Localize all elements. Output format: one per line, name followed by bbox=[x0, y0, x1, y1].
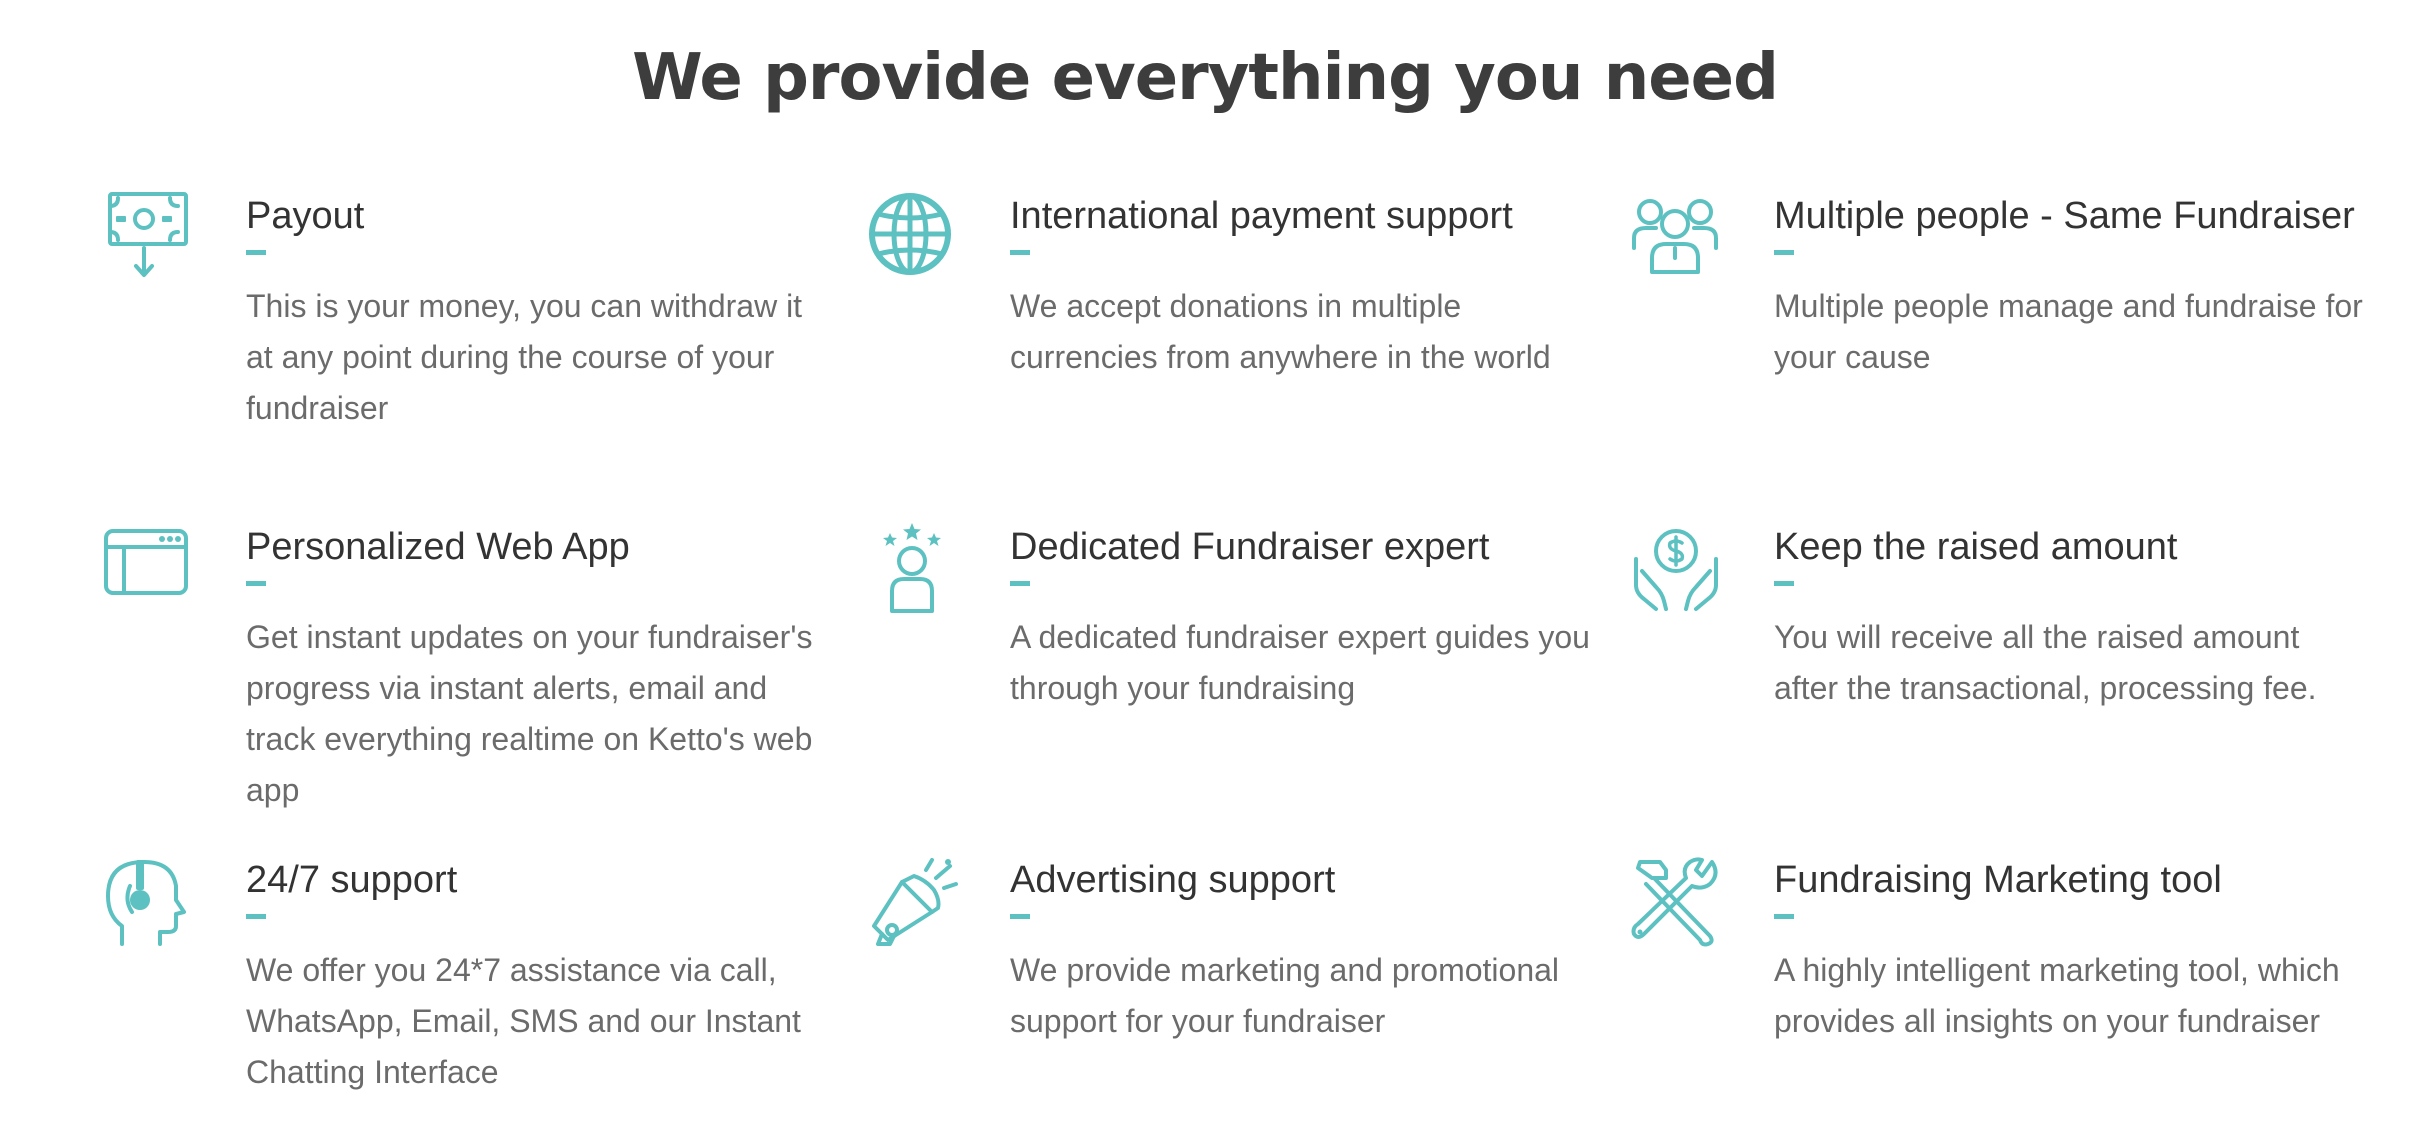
feature-description: We offer you 24*7 assistance via call, W… bbox=[246, 952, 801, 1090]
feature-title: Personalized Web App bbox=[246, 526, 630, 568]
accent-bar bbox=[246, 914, 266, 919]
feature-description: This is your money, you can withdraw it … bbox=[246, 288, 803, 426]
feature-description: You will receive all the raised amount a… bbox=[1774, 619, 2317, 706]
accent-bar bbox=[1010, 581, 1030, 586]
money-withdraw-icon bbox=[102, 192, 194, 284]
feature-title: Multiple people - Same Fundraiser bbox=[1774, 195, 2355, 237]
feature-title: Advertising support bbox=[1010, 859, 1336, 901]
accent-bar bbox=[246, 581, 266, 586]
headset-support-icon bbox=[102, 856, 194, 948]
browser-window-icon bbox=[102, 523, 194, 615]
feature-description: Multiple people manage and fundraise for… bbox=[1774, 288, 2363, 375]
feature-title: International payment support bbox=[1010, 195, 1513, 237]
hands-dollar-icon bbox=[1630, 523, 1722, 615]
feature-title: 24/7 support bbox=[246, 859, 458, 901]
page-title: We provide everything you need bbox=[632, 41, 1779, 115]
expert-person-stars-icon bbox=[866, 523, 958, 615]
feature-title: Payout bbox=[246, 195, 365, 237]
feature-description: We provide marketing and promotional sup… bbox=[1010, 952, 1560, 1039]
people-group-icon bbox=[1630, 192, 1722, 284]
feature-description: A highly intelligent marketing tool, whi… bbox=[1774, 952, 2340, 1039]
tools-icon bbox=[1630, 856, 1722, 948]
accent-bar bbox=[1774, 914, 1794, 919]
accent-bar bbox=[1010, 250, 1030, 255]
feature-description: Get instant updates on your fundraiser's… bbox=[246, 619, 813, 808]
feature-description: A dedicated fundraiser expert guides you… bbox=[1010, 619, 1590, 706]
accent-bar bbox=[1774, 250, 1794, 255]
feature-title: Fundraising Marketing tool bbox=[1774, 859, 2222, 901]
megaphone-icon bbox=[866, 856, 958, 948]
feature-description: We accept donations in multiple currenci… bbox=[1010, 288, 1551, 375]
feature-title: Dedicated Fundraiser expert bbox=[1010, 526, 1490, 568]
accent-bar bbox=[1010, 914, 1030, 919]
accent-bar bbox=[246, 250, 266, 255]
feature-title: Keep the raised amount bbox=[1774, 526, 2178, 568]
globe-icon bbox=[866, 192, 958, 284]
accent-bar bbox=[1774, 581, 1794, 586]
